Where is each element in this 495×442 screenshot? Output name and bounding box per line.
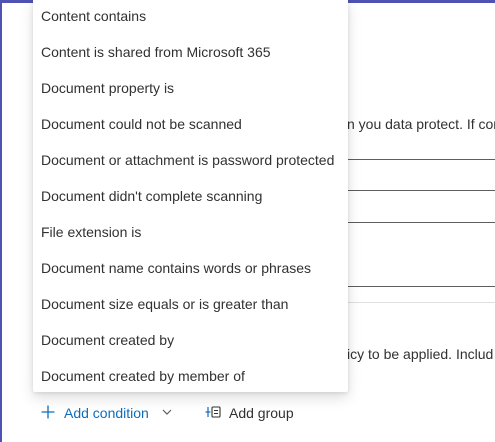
add-group-label: Add group xyxy=(229,405,294,421)
field-underline xyxy=(347,159,495,160)
add-group-button[interactable]: Add group xyxy=(204,400,294,426)
menu-item-created-by-member-of[interactable]: Document created by member of xyxy=(33,358,348,394)
accent-left-border xyxy=(0,0,2,442)
field-underline xyxy=(347,286,495,287)
chevron-down-icon xyxy=(161,405,173,421)
menu-item-file-extension[interactable]: File extension is xyxy=(33,214,348,250)
add-condition-label: Add condition xyxy=(64,405,149,421)
plus-icon xyxy=(40,404,56,423)
menu-item-password-protected[interactable]: Document or attachment is password prote… xyxy=(33,142,348,178)
menu-item-document-property[interactable]: Document property is xyxy=(33,70,348,106)
field-underline xyxy=(347,190,495,191)
section-divider xyxy=(347,302,495,303)
background-apply-text: icy to be applied. Includ xyxy=(347,346,494,362)
menu-item-document-not-scanned[interactable]: Document could not be scanned xyxy=(33,106,348,142)
menu-item-incomplete-scanning[interactable]: Document didn't complete scanning xyxy=(33,178,348,214)
background-description-text: n you data protect. If cor xyxy=(347,116,495,132)
field-underline xyxy=(347,222,495,223)
policy-conditions-page: n you data protect. If cor icy to be app… xyxy=(0,0,495,442)
menu-item-content-contains[interactable]: Content contains xyxy=(33,0,348,34)
menu-item-content-shared-from-m365[interactable]: Content is shared from Microsoft 365 xyxy=(33,34,348,70)
add-condition-button[interactable]: Add condition xyxy=(40,400,173,426)
add-group-icon xyxy=(204,404,221,423)
menu-item-document-name-contains[interactable]: Document name contains words or phrases xyxy=(33,250,348,286)
menu-item-document-created-by[interactable]: Document created by xyxy=(33,322,348,358)
menu-item-document-size[interactable]: Document size equals or is greater than xyxy=(33,286,348,322)
condition-dropdown-menu: Content contains Content is shared from … xyxy=(33,0,348,392)
